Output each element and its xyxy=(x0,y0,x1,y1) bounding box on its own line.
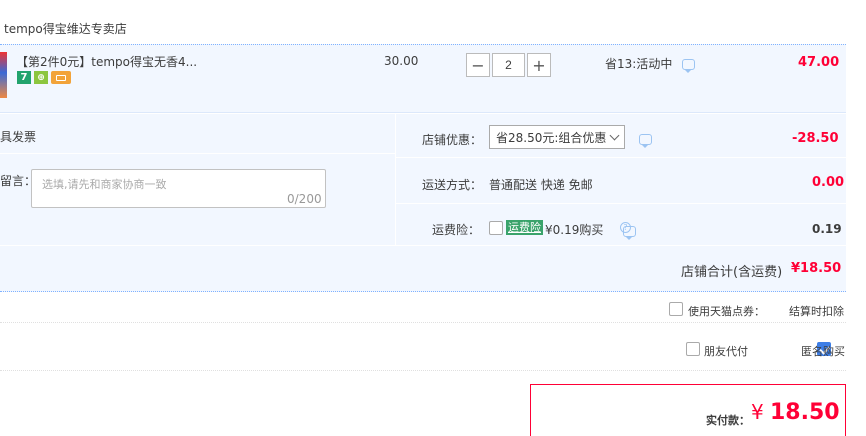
chevron-down-icon xyxy=(609,130,620,140)
shipping-label: 运送方式： xyxy=(422,178,483,192)
message-char-count: 0/200 xyxy=(287,192,322,206)
promotion-text: 省13:活动中 xyxy=(605,57,673,71)
insurance-price: ¥0.19购买 xyxy=(545,223,604,237)
payment-label: 实付款： xyxy=(706,414,750,427)
increase-button[interactable]: + xyxy=(527,53,551,77)
item-title[interactable]: 【第2件0元】tempo得宝无香4... xyxy=(16,53,197,70)
payment-amount: 18.50 xyxy=(770,400,840,425)
guarantee-icon[interactable]: ⊕ xyxy=(34,71,48,84)
payment-currency: ¥ xyxy=(751,400,764,424)
shop-discount-select[interactable]: 省28.50元:组合优惠 xyxy=(489,125,625,149)
shipping-method: 普通配送 快递 免邮 xyxy=(489,178,593,192)
shop-discount-amount: -28.50 xyxy=(792,131,839,146)
item-total: 47.00 xyxy=(798,55,840,70)
quantity-stepper: − + xyxy=(466,53,551,77)
shop-discount-label: 店铺优惠： xyxy=(422,133,483,147)
shipping-amount: 0.00 xyxy=(812,175,845,190)
divider xyxy=(0,370,846,371)
divider xyxy=(395,114,396,245)
insurance-label: 运费险： xyxy=(432,223,481,237)
quantity-input[interactable] xyxy=(492,53,525,77)
friend-pay-label[interactable]: 朋友代付 xyxy=(704,343,748,359)
tmall-points-note: 结算时扣除 xyxy=(789,305,844,318)
insurance-amount: 0.19 xyxy=(812,222,842,236)
message-placeholder: 选填,请先和商家协商一致 xyxy=(42,178,167,191)
shop-total-value: ¥18.50 xyxy=(791,261,842,276)
help-icon[interactable]: ? xyxy=(620,222,631,233)
credit-card-icon[interactable] xyxy=(51,71,71,84)
insurance-checkbox[interactable] xyxy=(489,221,503,235)
promotion-info: 省13:活动中 xyxy=(605,55,696,73)
insurance-tag[interactable]: 运费险 xyxy=(506,220,543,235)
chat-icon[interactable] xyxy=(682,59,696,73)
product-thumbnail[interactable] xyxy=(0,52,7,98)
divider xyxy=(0,322,846,323)
shop-total-label: 店铺合计(含运费) xyxy=(681,265,783,280)
service-badges: 7 ⊕ xyxy=(17,71,71,84)
shop-name[interactable]: tempo得宝维达专卖店 xyxy=(4,20,127,37)
chat-icon[interactable] xyxy=(639,134,652,148)
seven-day-return-icon[interactable]: 7 xyxy=(17,71,31,84)
divider xyxy=(396,157,846,158)
shop-discount-value: 省28.50元:组合优惠 xyxy=(496,130,607,145)
divider xyxy=(0,153,395,154)
friend-pay-checkbox[interactable] xyxy=(686,342,700,356)
decrease-button[interactable]: − xyxy=(466,53,490,77)
tmall-points-label[interactable]: 使用天猫点券： xyxy=(688,303,765,319)
divider xyxy=(396,203,846,204)
anonymous-label[interactable]: 匿名购买 xyxy=(801,343,845,359)
unit-price: 30.00 xyxy=(384,54,419,68)
tmall-points-checkbox[interactable] xyxy=(669,302,683,316)
invoice-label[interactable]: 具发票 xyxy=(0,128,36,145)
